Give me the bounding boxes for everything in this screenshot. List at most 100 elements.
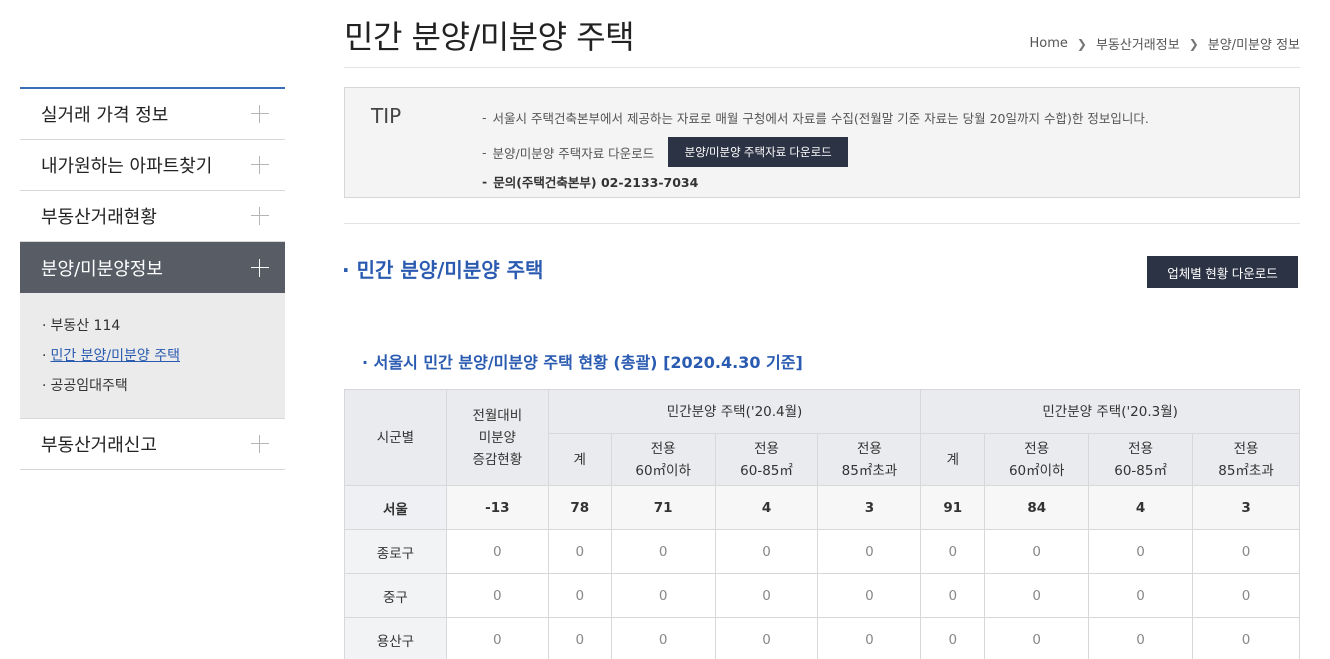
cell-value: 0 — [920, 529, 986, 574]
cell-region: 서울 — [344, 485, 447, 530]
header-total: 계 — [547, 433, 612, 486]
cell-value: 0 — [1088, 617, 1194, 659]
cell-value: 0 — [610, 529, 716, 574]
cell-value: 91 — [920, 485, 986, 530]
table-row: 종로구 0 0 0 0 0 0 0 0 0 — [344, 529, 1300, 574]
header-text: 전용 — [1233, 440, 1259, 457]
cell-value: 0 — [817, 617, 922, 659]
cell-value: 0 — [1192, 573, 1300, 618]
cell-change: 0 — [445, 529, 549, 574]
cell-value: 0 — [817, 573, 922, 618]
chevron-right-icon: ❯ — [1188, 36, 1199, 51]
submenu-item-realestate114[interactable]: · 부동산 114 — [42, 311, 285, 341]
dash-icon: - — [482, 110, 487, 125]
tip-box: TIP - 서울시 주택건축본부에서 제공하는 자료로 매월 구청에서 자료를 수… — [344, 87, 1300, 198]
header-text: 60㎡이하 — [635, 462, 691, 479]
header-text: 전용 — [1024, 440, 1050, 457]
plus-icon — [251, 435, 269, 453]
sidebar-item-label: 부동산거래신고 — [41, 435, 157, 456]
header-text: 증감현황 — [472, 451, 523, 468]
dash-icon: - — [482, 174, 488, 189]
submenu-item-public-rental[interactable]: · 공공임대주택 — [42, 371, 285, 401]
cell-value: 71 — [610, 485, 716, 530]
cell-value: 0 — [547, 617, 612, 659]
bullet-icon: · — [42, 348, 47, 364]
header-60to85: 전용 60-85㎡ — [714, 433, 819, 486]
sidebar-item-price-info[interactable]: 실거래 가격 정보 — [20, 89, 285, 140]
table-title: · 서울시 민간 분양/미분양 주택 현황 (총괄) [2020.4.30 기준… — [362, 353, 803, 372]
section-divider — [344, 223, 1300, 224]
breadcrumb-item-current[interactable]: 분양/미분양 정보 — [1208, 34, 1300, 53]
cell-value: 84 — [984, 485, 1090, 530]
cell-value: 4 — [714, 485, 819, 530]
tip-text: 문의(주택건축본부) 02-2133-7034 — [493, 175, 699, 190]
cell-region: 중구 — [344, 573, 447, 618]
cell-value: 0 — [920, 617, 986, 659]
header-under60: 전용 60㎡이하 — [610, 433, 716, 486]
tip-line-download: - 분양/미분양 주택자료 다운로드 분양/미분양 주택자료 다운로드 — [482, 137, 849, 167]
sidebar-item-label: 분양/미분양정보 — [41, 258, 163, 280]
tip-text: 서울시 주택건축본부에서 제공하는 자료로 매월 구청에서 자료를 수집(전월말… — [492, 111, 1149, 126]
cell-value: 0 — [610, 573, 716, 618]
header-text: 60-85㎡ — [1114, 462, 1167, 479]
cell-change: 0 — [445, 617, 549, 659]
sidebar-item-label: 내가원하는 아파트찾기 — [41, 156, 213, 177]
breadcrumb: Home ❯ 부동산거래정보 ❯ 분양/미분양 정보 — [1030, 34, 1300, 53]
table-title-text: 서울시 민간 분양/미분양 주택 현황 (총괄) [2020.4.30 기준] — [373, 353, 803, 372]
presale-data-download-button[interactable]: 분양/미분양 주택자료 다운로드 — [668, 137, 849, 167]
breadcrumb-home[interactable]: Home — [1030, 36, 1068, 51]
header-text: 85㎡초과 — [1218, 462, 1274, 479]
cell-value: 3 — [817, 485, 922, 530]
submenu-item-label: 부동산 114 — [50, 318, 121, 334]
sidebar-item-label: 실거래 가격 정보 — [41, 105, 169, 126]
sidebar-item-label: 부동산거래현황 — [41, 207, 157, 228]
cell-value: 0 — [714, 617, 819, 659]
bullet-icon: · — [42, 378, 47, 394]
header-text: 60-85㎡ — [740, 462, 793, 479]
tip-label: TIP — [371, 104, 402, 128]
header-divider — [344, 67, 1300, 68]
sidebar-item-trade-report[interactable]: 부동산거래신고 — [20, 419, 285, 470]
breadcrumb-item-realestate[interactable]: 부동산거래정보 — [1096, 34, 1180, 53]
cell-value: 0 — [984, 573, 1090, 618]
cell-value: 0 — [610, 617, 716, 659]
header-text: 85㎡초과 — [841, 462, 898, 479]
section-title-text: 민간 분양/미분양 주택 — [356, 258, 544, 282]
header-total: 계 — [920, 433, 986, 486]
cell-value: 0 — [984, 617, 1090, 659]
header-text: 전용 — [1128, 440, 1154, 457]
header-under60: 전용 60㎡이하 — [984, 433, 1090, 486]
tip-line-contact: - 문의(주택건축본부) 02-2133-7034 — [482, 172, 698, 191]
cell-value: 4 — [1088, 485, 1194, 530]
cell-value: 0 — [984, 529, 1090, 574]
plus-icon — [251, 258, 269, 277]
table-row: 서울 -13 78 71 4 3 91 84 4 3 — [344, 485, 1300, 530]
plus-icon — [251, 105, 269, 123]
table-row: 중구 0 0 0 0 0 0 0 0 0 — [344, 573, 1300, 618]
header-group-april: 민간분양 주택('20.4월) — [547, 389, 922, 434]
sidebar-item-presale-info[interactable]: 분양/미분양정보 — [20, 242, 285, 293]
tip-line-source: - 서울시 주택건축본부에서 제공하는 자료로 매월 구청에서 자료를 수집(전월… — [482, 108, 1149, 127]
section-title: · 민간 분양/미분양 주택 — [342, 258, 544, 282]
submenu-item-private-presale[interactable]: · 민간 분양/미분양 주택 — [42, 341, 285, 371]
cell-value: 0 — [817, 529, 922, 574]
cell-change: 0 — [445, 573, 549, 618]
sidebar-submenu: · 부동산 114 · 민간 분양/미분양 주택 · 공공임대주택 — [20, 293, 285, 419]
sidebar-item-trade-status[interactable]: 부동산거래현황 — [20, 191, 285, 242]
cell-change: -13 — [445, 485, 549, 530]
cell-value: 0 — [920, 573, 986, 618]
presale-status-table: 시군별 전월대비 미분양 증감현황 민간분양 주택('20.4월) 민간분양 주… — [344, 389, 1300, 659]
company-status-download-button[interactable]: 업체별 현황 다운로드 — [1147, 256, 1298, 288]
header-over85: 전용 85㎡초과 — [817, 433, 922, 486]
tip-text: 분양/미분양 주택자료 다운로드 — [492, 145, 655, 161]
cell-value: 0 — [547, 573, 612, 618]
cell-region: 종로구 — [344, 529, 447, 574]
cell-value: 0 — [714, 573, 819, 618]
header-over85: 전용 85㎡초과 — [1192, 433, 1300, 486]
cell-value: 0 — [1192, 617, 1300, 659]
sidebar-item-apartment-search[interactable]: 내가원하는 아파트찾기 — [20, 140, 285, 191]
cell-value: 0 — [1088, 573, 1194, 618]
dash-icon: - — [482, 144, 487, 160]
chevron-right-icon: ❯ — [1076, 36, 1087, 51]
cell-value: 0 — [1192, 529, 1300, 574]
